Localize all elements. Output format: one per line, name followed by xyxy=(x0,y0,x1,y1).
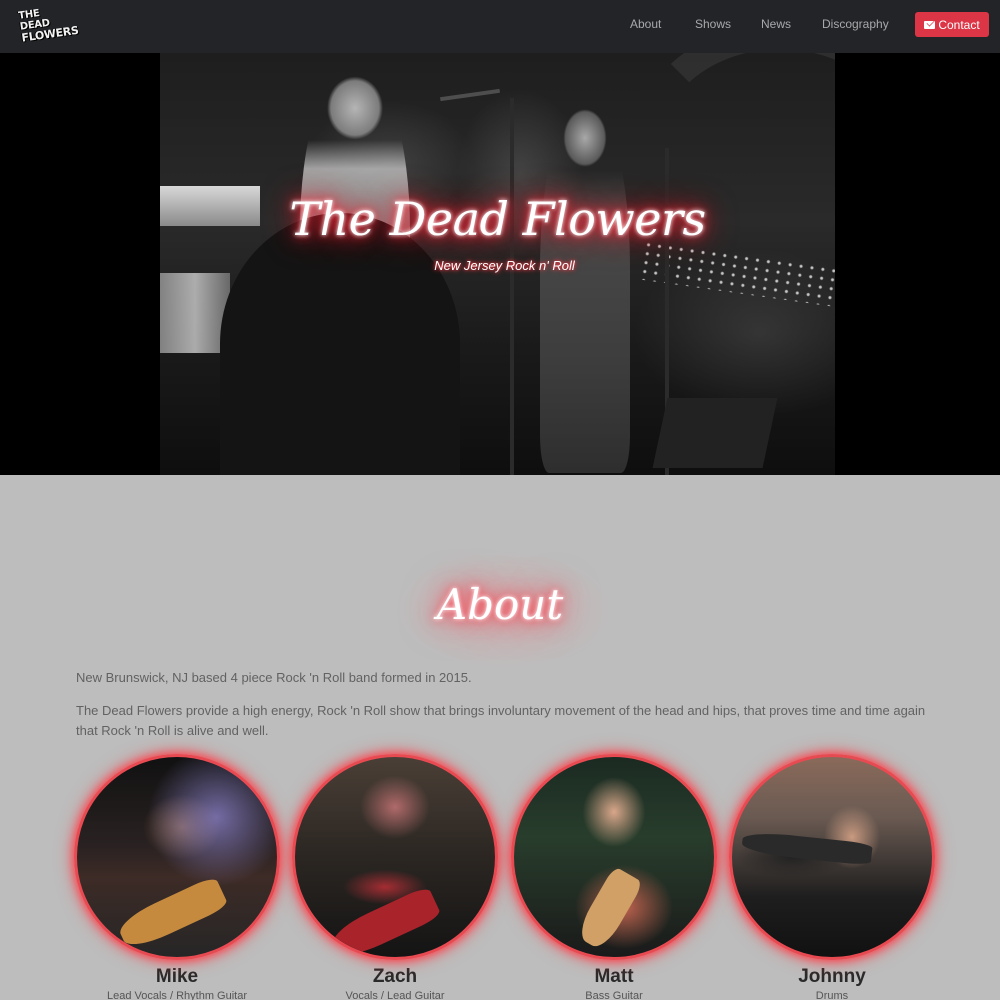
member-photo xyxy=(74,754,280,960)
hero-section: The Dead Flowers New Jersey Rock n' Roll xyxy=(0,53,1000,475)
member-role: Vocals / Lead Guitar xyxy=(345,990,445,1000)
contact-button[interactable]: Contact xyxy=(915,12,989,37)
member-name: Johnny xyxy=(798,966,866,987)
member-role: Bass Guitar xyxy=(585,990,643,1000)
envelope-icon xyxy=(924,20,936,29)
member-photo xyxy=(729,754,935,960)
nav-about[interactable]: About xyxy=(630,17,661,31)
photo-speaker xyxy=(652,398,778,468)
guitar-shape xyxy=(114,875,230,953)
navbar: THE DEAD FLOWERS About Shows News Discog… xyxy=(0,0,1000,53)
nav-news[interactable]: News xyxy=(761,17,791,31)
photo-crowd xyxy=(220,213,460,475)
member-card-johnny: Johnny Drums xyxy=(729,754,935,1000)
photo-mic-arm xyxy=(440,88,500,102)
guitar-shape xyxy=(327,885,443,957)
about-heading: About xyxy=(436,580,564,629)
band-logo[interactable]: THE DEAD FLOWERS xyxy=(18,3,80,46)
contact-label: Contact xyxy=(938,17,980,32)
member-role: Lead Vocals / Rhythm Guitar xyxy=(106,990,247,1000)
hero-subtitle: New Jersey Rock n' Roll xyxy=(434,258,575,273)
nav-shows[interactable]: Shows xyxy=(695,17,731,31)
member-photo xyxy=(292,754,498,960)
hero-title: The Dead Flowers xyxy=(289,192,706,246)
member-name: Matt xyxy=(594,966,634,987)
member-role: Drums xyxy=(815,990,849,1000)
member-name: Mike xyxy=(155,966,199,987)
drum-cymbal-shape xyxy=(741,830,873,866)
member-photo xyxy=(511,754,717,960)
member-name: Zach xyxy=(372,966,418,987)
member-card-mike: Mike Lead Vocals / Rhythm Guitar xyxy=(74,754,280,1000)
guitar-shape xyxy=(574,865,644,953)
photo-guitarist xyxy=(540,103,630,473)
about-paragraph-2: The Dead Flowers provide a high energy, … xyxy=(76,703,926,738)
photo-mic-stand xyxy=(510,98,514,475)
about-paragraph-1: New Brunswick, NJ based 4 piece Rock 'n … xyxy=(76,670,472,685)
member-card-zach: Zach Vocals / Lead Guitar xyxy=(292,754,498,1000)
nav-discography[interactable]: Discography xyxy=(822,17,889,31)
member-card-matt: Matt Bass Guitar xyxy=(511,754,717,1000)
